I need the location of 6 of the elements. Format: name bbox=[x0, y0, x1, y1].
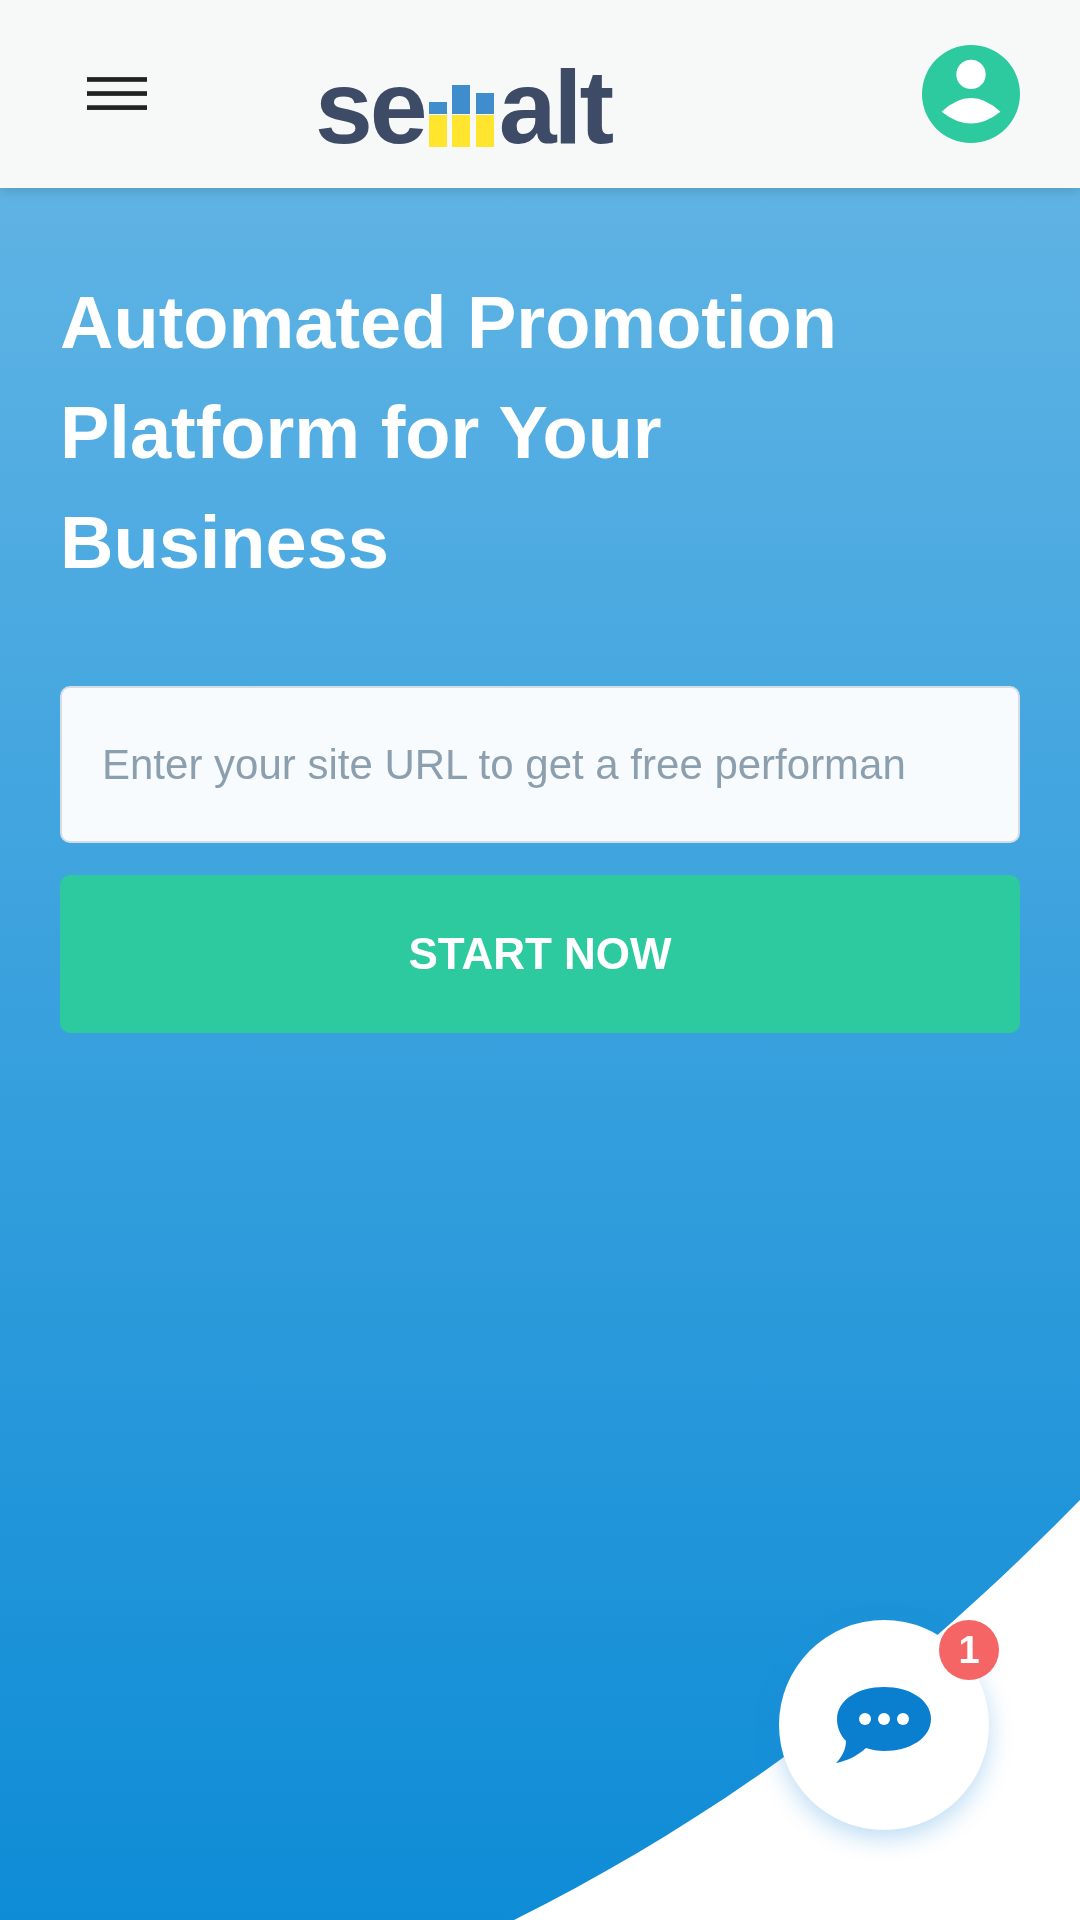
url-input-field[interactable]: Enter your site URL to get a free performan bbox=[60, 686, 1020, 843]
bar-chart-icon bbox=[428, 85, 495, 147]
chat-bubble-icon bbox=[836, 1685, 932, 1765]
menu-icon[interactable] bbox=[87, 76, 147, 112]
logo[interactable]: se alt bbox=[315, 39, 612, 149]
hero-title: Automated Promotion Platform for Your Business bbox=[60, 280, 838, 586]
